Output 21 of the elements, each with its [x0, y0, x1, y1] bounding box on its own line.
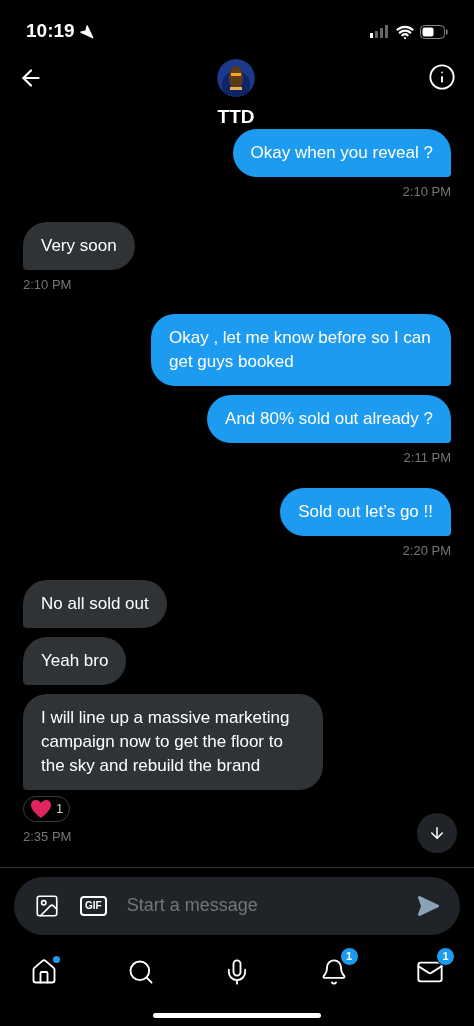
message-bubble: Okay , let me know before so I can get guys booked: [151, 314, 451, 387]
message-time: 2:20 PM: [402, 541, 451, 560]
message-bubble: Very soon: [23, 221, 135, 270]
gif-button[interactable]: GIF: [80, 895, 107, 916]
contact-name: TTD: [217, 105, 255, 130]
message-composer[interactable]: GIF Start a message: [14, 876, 460, 935]
message-time: 2:10 PM: [23, 275, 72, 294]
message-bubble: Okay when you reveal ?: [232, 129, 451, 178]
message-field[interactable]: Start a message: [126, 892, 396, 920]
notification-count: 1: [436, 946, 455, 966]
reaction-count: 1: [56, 800, 64, 819]
notification-count: 1: [339, 946, 359, 966]
message-bubble: Yeah bro: [23, 637, 127, 686]
message-time: 2:10 PM: [402, 183, 451, 202]
message-bubble: No all sold out: [23, 580, 167, 629]
message-bubble: Sold out let’s go !!: [280, 487, 451, 536]
clock-time: 10:19: [26, 19, 75, 44]
message-time: 2:35 PM: [23, 828, 72, 847]
message-bubble: I will line up a massive marketing campaign now to get the floor to the sky and rebuild the brand: [23, 694, 323, 791]
message-bubble: And 80% sold out already ?: [207, 395, 451, 444]
message-time: 2:11 PM: [403, 449, 451, 468]
